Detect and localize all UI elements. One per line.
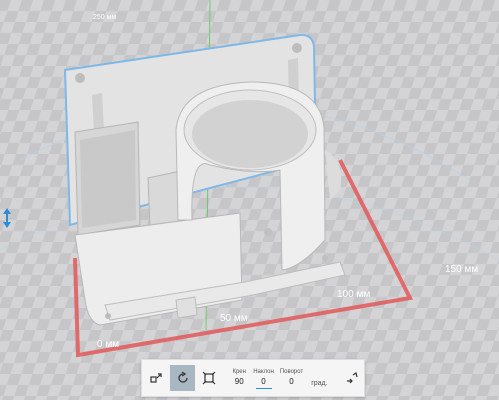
degrees-unit: град. (311, 379, 328, 387)
model-cylinder-inner (192, 100, 308, 168)
model-rib (92, 93, 104, 132)
x-axis-arrow-icon (3, 208, 11, 228)
x-axis-label-100: 100 мм (337, 289, 370, 300)
mounting-hole (75, 73, 85, 83)
pitch-field[interactable]: Наклон 0 (253, 368, 274, 389)
rotate-tool-button[interactable] (170, 365, 195, 391)
lay-flat-icon (346, 372, 358, 384)
mounting-hole (292, 43, 302, 53)
y-axis-label-right: 150 мм (445, 264, 478, 275)
3d-viewport[interactable]: 250 мм 150 мм 100 мм 50 мм 0 мм Крен 90 … (0, 0, 499, 400)
x-axis-label-0: 0 мм (97, 339, 119, 350)
move-tool-button[interactable] (144, 365, 168, 391)
transform-toolbar: Крен 90 Наклон 0 Поворот 0 град. (141, 359, 365, 397)
pitch-label: Наклон (253, 368, 274, 375)
pitch-input[interactable]: 0 (255, 376, 272, 389)
scale-tool-button[interactable] (197, 365, 221, 391)
build-plate-scene[interactable]: 250 мм 150 мм 100 мм 50 мм 0 мм (0, 0, 499, 400)
mounting-hole (264, 228, 272, 236)
y-axis-label-top: 250 мм (93, 14, 116, 21)
rotate-icon (177, 371, 188, 383)
mounting-hole (322, 255, 328, 261)
scale-icon (202, 371, 216, 385)
roll-input[interactable]: 90 (231, 376, 247, 388)
model-tab (175, 296, 198, 319)
move-icon (150, 373, 162, 383)
mounting-hole (105, 313, 111, 319)
yaw-input[interactable]: 0 (284, 376, 300, 388)
x-axis-label-50: 50 мм (220, 313, 248, 324)
roll-field[interactable]: Крен 90 (231, 368, 247, 388)
lay-flat-button[interactable] (340, 365, 364, 391)
yaw-field[interactable]: Поворот 0 (280, 368, 303, 388)
model-compartment-inner (80, 130, 136, 228)
yaw-label: Поворот (279, 369, 304, 375)
roll-label: Крен (232, 369, 246, 375)
